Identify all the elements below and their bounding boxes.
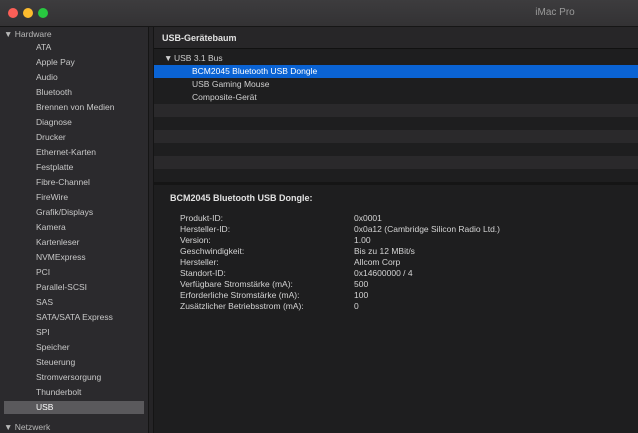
- sidebar-item-brennen-von-medien[interactable]: Brennen von Medien: [4, 101, 144, 114]
- detail-key: Zusätzlicher Betriebsstrom (mA):: [180, 301, 304, 311]
- tree-row-bus[interactable]: ▼ USB 3.1 Bus: [154, 52, 638, 65]
- sidebar-item-fibre-channel[interactable]: Fibre-Channel: [4, 176, 144, 189]
- sidebar-item-sas[interactable]: SAS: [4, 296, 144, 309]
- tree-row-label: BCM2045 Bluetooth USB Dongle: [192, 66, 318, 76]
- minimize-window-button[interactable]: [23, 8, 33, 18]
- detail-value: Bis zu 12 MBit/s: [354, 246, 415, 256]
- sidebar-item-festplatte[interactable]: Festplatte: [4, 161, 144, 174]
- sidebar-item-speicher[interactable]: Speicher: [4, 341, 144, 354]
- tree-row-device[interactable]: BCM2045 Bluetooth USB Dongle: [154, 65, 638, 78]
- detail-key: Hersteller-ID:: [180, 224, 231, 234]
- detail-key: Erforderliche Stromstärke (mA):: [180, 290, 300, 300]
- sidebar-item-bluetooth[interactable]: Bluetooth: [4, 86, 144, 99]
- detail-value: 0x0001: [354, 213, 382, 223]
- sidebar-item-kamera[interactable]: Kamera: [4, 221, 144, 234]
- tree-header: USB-Gerätebaum: [154, 27, 638, 49]
- sidebar-item-audio[interactable]: Audio: [4, 71, 144, 84]
- detail-value: 0x0a12 (Cambridge Silicon Radio Ltd.): [354, 224, 500, 234]
- sidebar-item-sata-sata-express[interactable]: SATA/SATA Express: [4, 311, 144, 324]
- tree-row-device[interactable]: USB Gaming Mouse: [154, 78, 638, 91]
- sidebar: ▼ Hardware ATA Apple Pay Audio Bluetooth Bre…: [0, 27, 148, 433]
- tree-row-device[interactable]: Composite-Gerät: [154, 91, 638, 104]
- sidebar-item-kartenleser[interactable]: Kartenleser: [4, 236, 144, 249]
- tree-row-label: Composite-Gerät: [192, 92, 257, 102]
- disclosure-triangle-icon[interactable]: ▼: [164, 52, 172, 65]
- tree-row-empty: [154, 130, 638, 143]
- sidebar-item-ata[interactable]: ATA: [4, 41, 144, 54]
- zoom-window-button[interactable]: [38, 8, 48, 18]
- disclosure-triangle-icon[interactable]: ▼: [4, 422, 12, 432]
- sidebar-item-drucker[interactable]: Drucker: [4, 131, 144, 144]
- disclosure-triangle-icon[interactable]: ▼: [4, 29, 12, 39]
- sidebar-item-nvmexpress[interactable]: NVMExpress: [4, 251, 144, 264]
- tree-row-label: USB 3.1 Bus: [174, 53, 223, 63]
- main-pane: USB-Gerätebaum ▼ USB 3.1 Bus BCM2045 Blu…: [154, 27, 638, 433]
- tree-row-label: USB Gaming Mouse: [192, 79, 270, 89]
- tree-row-empty: [154, 156, 638, 169]
- sidebar-group-network[interactable]: ▼ Netzwerk: [4, 422, 50, 432]
- detail-key: Produkt-ID:: [180, 213, 223, 223]
- sidebar-item-usb[interactable]: USB: [4, 401, 144, 414]
- sidebar-group-label: Netzwerk: [14, 422, 51, 432]
- sidebar-item-diagnose[interactable]: Diagnose: [4, 116, 144, 129]
- sidebar-group-hardware[interactable]: ▼ Hardware: [4, 29, 52, 39]
- sidebar-item-steuerung[interactable]: Steuerung: [4, 356, 144, 369]
- system-info-window: iMac Pro ▼ Hardware ATA Apple Pay Audio Blu…: [0, 0, 638, 433]
- sidebar-item-spi[interactable]: SPI: [4, 326, 144, 339]
- detail-key: Verfügbare Stromstärke (mA):: [180, 279, 293, 289]
- sidebar-item-parallel-scsi[interactable]: Parallel-SCSI: [4, 281, 144, 294]
- close-window-button[interactable]: [8, 8, 18, 18]
- detail-key: Version:: [180, 235, 211, 245]
- pane-splitter[interactable]: [154, 182, 638, 185]
- sidebar-item-pci[interactable]: PCI: [4, 266, 144, 279]
- sidebar-item-stromversorgung[interactable]: Stromversorgung: [4, 371, 144, 384]
- detail-value: 500: [354, 279, 369, 289]
- sidebar-group-label: Hardware: [14, 29, 52, 39]
- window-title: iMac Pro: [535, 7, 575, 18]
- detail-value: Allcom Corp: [354, 257, 401, 267]
- tree-row-empty: [154, 104, 638, 117]
- detail-key: Hersteller:: [180, 257, 219, 267]
- detail-value: 100: [354, 290, 369, 300]
- sidebar-item-firewire[interactable]: FireWire: [4, 191, 144, 204]
- title-bar: iMac Pro: [0, 0, 638, 27]
- detail-title: BCM2045 Bluetooth USB Dongle:: [170, 193, 313, 203]
- detail-value: 0x14600000 / 4: [354, 268, 413, 278]
- detail-key: Geschwindigkeit:: [180, 246, 245, 256]
- sidebar-item-grafik-displays[interactable]: Grafik/Displays: [4, 206, 144, 219]
- detail-value: 1.00: [354, 235, 371, 245]
- sidebar-item-apple-pay[interactable]: Apple Pay: [4, 56, 144, 69]
- detail-key: Standort-ID:: [180, 268, 226, 278]
- sidebar-item-ethernet-karten[interactable]: Ethernet-Karten: [4, 146, 144, 159]
- sidebar-item-thunderbolt[interactable]: Thunderbolt: [4, 386, 144, 399]
- detail-value: 0: [354, 301, 359, 311]
